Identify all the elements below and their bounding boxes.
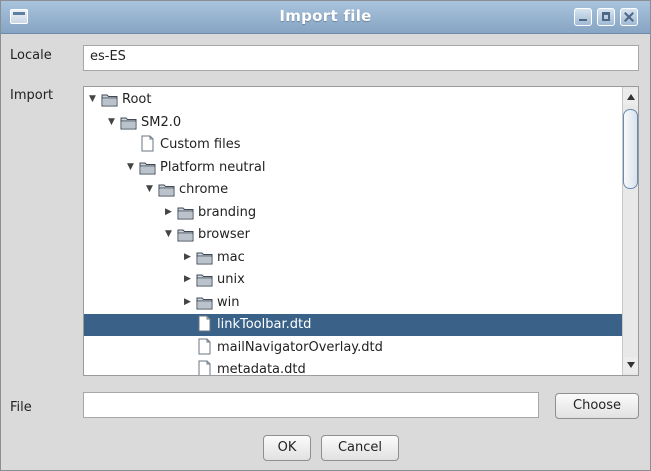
tree-row[interactable]: metadata.dtd [84, 359, 622, 375]
close-icon[interactable] [620, 8, 638, 26]
tree-row[interactable]: mailNavigatorOverlay.dtd [84, 337, 622, 359]
tree-row[interactable]: ▼ browser [84, 224, 622, 246]
folder-icon [101, 92, 118, 107]
tree-row[interactable]: ▼ SM2.0 [84, 112, 622, 134]
tree-row[interactable]: linkToolbar.dtd [84, 314, 622, 336]
folder-icon [196, 272, 213, 287]
import-file-dialog: Import file Locale es-ES Import ▼ Root ▼ SM… [0, 0, 651, 471]
file-label: File [10, 400, 32, 415]
folder-icon [177, 205, 194, 220]
tree-row-label: metadata.dtd [217, 362, 306, 375]
folder-icon [139, 160, 156, 175]
expanded-toggle-icon[interactable]: ▼ [146, 185, 155, 194]
import-label: Import [10, 88, 54, 103]
minimize-icon[interactable] [574, 8, 592, 26]
tree-row[interactable]: ▼ chrome [84, 179, 622, 201]
tree-row-label: branding [198, 204, 257, 220]
choose-button[interactable]: Choose [555, 393, 639, 419]
tree-row[interactable]: ▼ Root [84, 89, 622, 111]
tree-viewport: ▼ Root ▼ SM2.0 Custom files ▼ Platform neutral… [84, 87, 622, 375]
tree-row[interactable]: ▶ win [84, 292, 622, 314]
scroll-down-icon[interactable] [623, 357, 638, 373]
folder-icon [196, 295, 213, 310]
tree-row-label: win [217, 294, 240, 310]
tree-row-label: mac [217, 249, 245, 265]
tree-row-label: chrome [179, 182, 229, 197]
expanded-toggle-icon[interactable]: ▼ [108, 117, 117, 127]
tree-row-label: linkToolbar.dtd [217, 317, 312, 332]
collapsed-toggle-icon[interactable]: ▶ [184, 275, 193, 284]
file-icon [196, 360, 213, 375]
collapsed-toggle-icon[interactable]: ▶ [184, 252, 193, 262]
tree-row[interactable]: Custom files [84, 134, 622, 156]
expanded-toggle-icon[interactable]: ▼ [89, 95, 98, 104]
tree-row-label: mailNavigatorOverlay.dtd [217, 339, 383, 355]
tree-row-label: Custom files [160, 137, 241, 152]
file-icon [139, 135, 156, 152]
folder-icon [196, 250, 213, 265]
folder-icon [177, 227, 194, 242]
cancel-button[interactable]: Cancel [321, 435, 399, 461]
tree-row[interactable]: ▶ mac [84, 247, 622, 269]
file-icon [196, 315, 213, 332]
import-tree[interactable]: ▼ Root ▼ SM2.0 Custom files ▼ Platform neutral… [83, 86, 639, 376]
tree-row[interactable]: ▶ branding [84, 202, 622, 224]
window-title: Import file [279, 7, 372, 25]
tree-row-label: browser [198, 227, 251, 242]
locale-field[interactable]: es-ES [83, 45, 639, 71]
expanded-toggle-icon[interactable]: ▼ [127, 162, 136, 172]
tree-row[interactable]: ▼ Platform neutral [84, 157, 622, 179]
tree-row[interactable]: ▶ unix [84, 269, 622, 291]
maximize-icon[interactable] [597, 8, 615, 26]
vertical-scrollbar[interactable] [622, 87, 638, 375]
folder-icon [120, 115, 137, 130]
tree-row-label: Root [122, 92, 152, 107]
folder-icon [158, 182, 175, 197]
file-field[interactable] [83, 392, 539, 418]
collapsed-toggle-icon[interactable]: ▶ [165, 207, 174, 217]
tree-row-label: SM2.0 [141, 114, 182, 130]
tree-row-label: unix [217, 272, 245, 287]
title-bar[interactable]: Import file [1, 1, 650, 34]
ok-button[interactable]: OK [263, 435, 311, 461]
scroll-up-icon[interactable] [623, 89, 638, 105]
locale-label: Locale [10, 48, 52, 63]
tree-row-label: Platform neutral [160, 159, 266, 175]
scrollbar-thumb[interactable] [623, 109, 638, 189]
collapsed-toggle-icon[interactable]: ▶ [184, 297, 193, 307]
file-icon [196, 338, 213, 354]
expanded-toggle-icon[interactable]: ▼ [165, 230, 174, 239]
